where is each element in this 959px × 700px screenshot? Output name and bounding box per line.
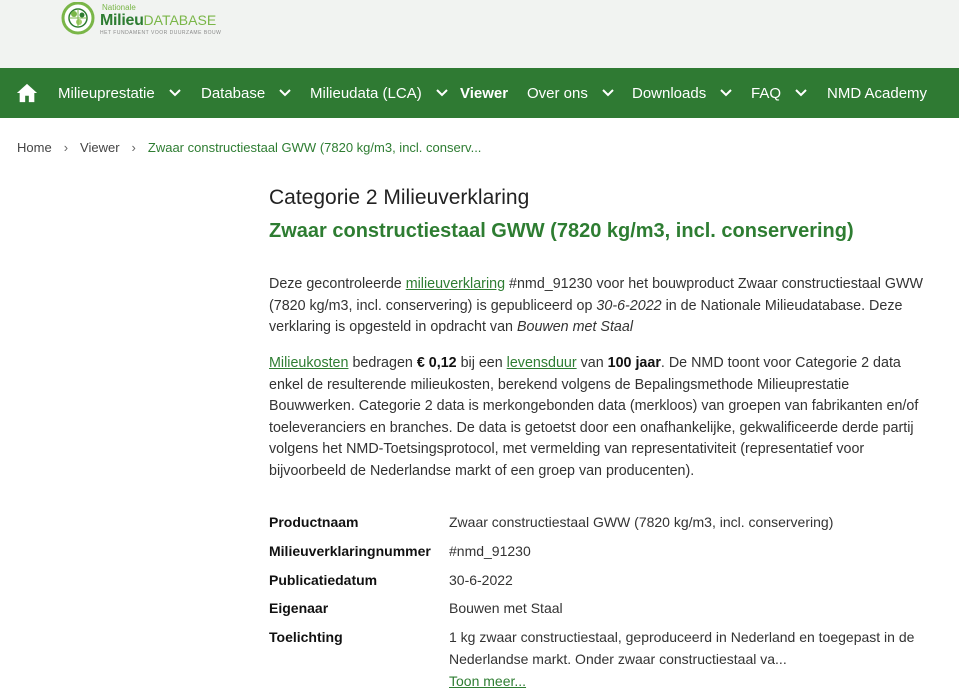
milieukosten-link[interactable]: Milieukosten xyxy=(269,355,348,371)
logo-main-text: Milieu xyxy=(100,12,144,29)
detail-row-nummer: Milieuverklaringnummer #nmd_91230 xyxy=(269,541,939,563)
main-nav: Milieuprestatie Database Milieudata (LCA… xyxy=(0,68,959,118)
detail-key: Productnaam xyxy=(269,514,359,530)
logo-tagline: HET FUNDAMENT VOOR DUURZAME BOUW xyxy=(100,30,222,36)
publication-date: 30-6-2022 xyxy=(596,297,662,314)
text: . De NMD toont voor Categorie 2 data enk… xyxy=(269,355,919,479)
nav-item-viewer[interactable]: Viewer xyxy=(460,68,508,118)
breadcrumb-viewer[interactable]: Viewer xyxy=(80,140,120,155)
milieuverklaring-link[interactable]: milieuverklaring xyxy=(406,276,505,292)
nav-item-over-ons[interactable]: Over ons xyxy=(527,68,614,118)
nav-item-label: NMD Academy xyxy=(827,84,928,102)
costs-paragraph: Milieukosten bedragen € 0,12 bij een lev… xyxy=(269,353,929,483)
detail-key: Toelichting xyxy=(269,629,343,646)
home-icon[interactable] xyxy=(16,82,38,104)
site-logo[interactable]: Nationale MilieuDATABASE HET FUNDAMENT V… xyxy=(60,0,221,40)
detail-value-wrap: 1 kg zwaar constructiestaal, geproduceer… xyxy=(449,627,929,692)
nav-item-label: Milieudata (LCA) xyxy=(310,84,422,102)
detail-value: Zwaar constructiestaal GWW (7820 kg/m3, … xyxy=(449,514,834,530)
chevron-down-icon xyxy=(602,89,614,97)
logo-wordmark: Nationale MilieuDATABASE HET FUNDAMENT V… xyxy=(100,4,221,36)
nav-item-nmd-academy[interactable]: NMD Academy xyxy=(827,68,927,118)
detail-key: Publicatiedatum xyxy=(269,571,378,588)
detail-row-eigenaar: Eigenaar Bouwen met Staal xyxy=(269,598,939,620)
nav-item-faq[interactable]: FAQ xyxy=(751,68,807,118)
page-heading: Categorie 2 Milieuverklaring Zwaar const… xyxy=(269,186,929,243)
levensduur-link[interactable]: levensduur xyxy=(507,355,577,371)
detail-row-productnaam: Productnaam Zwaar constructiestaal GWW (… xyxy=(269,512,939,534)
details-list: Productnaam Zwaar constructiestaal GWW (… xyxy=(269,512,939,700)
nav-item-label: Downloads xyxy=(632,84,707,102)
breadcrumb-current: Zwaar constructiestaal GWW (7820 kg/m3, … xyxy=(147,140,482,155)
lifetime-value: 100 jaar xyxy=(607,355,661,371)
detail-value: #nmd_91230 xyxy=(449,542,531,559)
chevron-down-icon xyxy=(720,89,732,97)
owner-name: Bouwen met Staal xyxy=(516,319,633,336)
detail-value: 1 kg zwaar constructiestaal, geproduceer… xyxy=(449,629,915,667)
breadcrumb-home[interactable]: Home xyxy=(17,140,52,155)
show-more-link[interactable]: Toon meer... xyxy=(449,671,526,693)
logo-small-text: Nationale xyxy=(102,3,136,12)
nav-item-database[interactable]: Database xyxy=(201,68,291,118)
nav-item-label: Milieuprestatie xyxy=(58,84,155,102)
logo-main-suffix: DATABASE xyxy=(143,12,217,28)
nav-item-label: FAQ xyxy=(751,84,782,102)
detail-row-toelichting: Toelichting 1 kg zwaar constructiestaal,… xyxy=(269,627,939,692)
intro-paragraph: Deze gecontroleerde milieuverklaring #nm… xyxy=(269,274,929,339)
chevron-down-icon xyxy=(169,89,181,97)
text: bedragen xyxy=(348,355,417,371)
site-header: Nationale MilieuDATABASE HET FUNDAMENT V… xyxy=(0,0,959,68)
chevron-right-icon: › xyxy=(63,140,69,155)
detail-value: 30-6-2022 xyxy=(449,571,513,588)
text: Deze gecontroleerde xyxy=(269,276,406,292)
nav-item-label: Viewer xyxy=(460,84,509,102)
chevron-down-icon xyxy=(795,89,807,97)
chevron-right-icon: › xyxy=(131,140,136,155)
text: van xyxy=(576,355,608,371)
detail-row-publicatiedatum: Publicatiedatum 30-6-2022 xyxy=(269,570,939,592)
breadcrumb: Home › Viewer › Zwaar constructiestaal G… xyxy=(17,140,481,155)
nav-item-downloads[interactable]: Downloads xyxy=(632,68,732,118)
nav-item-milieudata[interactable]: Milieudata (LCA) xyxy=(310,68,448,118)
detail-key: Eigenaar xyxy=(269,600,329,617)
page-title: Zwaar constructiestaal GWW (7820 kg/m3, … xyxy=(269,220,854,242)
chevron-down-icon xyxy=(279,89,291,97)
chevron-down-icon xyxy=(436,89,448,97)
page-category: Categorie 2 Milieuverklaring xyxy=(269,186,530,209)
text: bij een xyxy=(456,355,507,371)
globe-logo-icon xyxy=(61,2,95,35)
nav-item-label: Database xyxy=(201,84,266,102)
nav-item-label: Over ons xyxy=(527,84,588,102)
detail-key: Milieuverklaringnummer xyxy=(269,542,431,559)
cost-value: € 0,12 xyxy=(416,355,457,371)
detail-value: Bouwen met Staal xyxy=(449,600,563,617)
nav-item-milieuprestatie[interactable]: Milieuprestatie xyxy=(58,68,181,118)
